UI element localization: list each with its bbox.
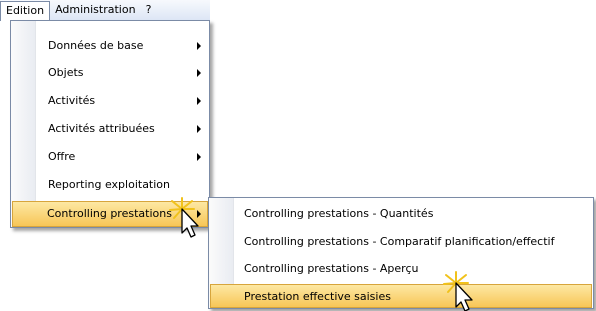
click-cursor-icon <box>169 197 199 238</box>
menu-help[interactable]: ? <box>141 1 157 19</box>
menu-item-activites-attribuees[interactable]: Activités attribuées <box>13 116 207 142</box>
submenu-arrow-icon <box>197 125 201 133</box>
menu-item-label: Objets <box>48 66 84 79</box>
menu-item-label: Activités attribuées <box>48 122 155 135</box>
submenu-arrow-icon <box>197 42 201 50</box>
menu-item-reporting-exploitation[interactable]: Reporting exploitation <box>13 172 207 198</box>
controlling-prestations-submenu: Controlling prestations - Quantités Cont… <box>208 197 594 309</box>
screenshot-stage: Edition Administration ? Données de base… <box>0 0 596 311</box>
submenu-arrow-icon <box>197 97 201 105</box>
menu-edition[interactable]: Edition <box>0 0 51 21</box>
menu-item-prestation-effective-saisies[interactable]: Prestation effective saisies <box>210 284 592 308</box>
menu-item-activites[interactable]: Activités <box>13 88 207 114</box>
menu-bar: Edition Administration ? <box>0 0 210 21</box>
menu-item-apercu[interactable]: Controlling prestations - Aperçu <box>211 256 591 282</box>
menu-item-label: Reporting exploitation <box>48 178 171 191</box>
menu-item-label: Controlling prestations - Aperçu <box>244 262 419 275</box>
menu-item-quantites[interactable]: Controlling prestations - Quantités <box>211 201 591 227</box>
submenu-arrow-icon <box>197 153 201 161</box>
menu-item-label: Activités <box>48 94 96 107</box>
click-cursor-icon <box>443 271 473 311</box>
menu-item-label: Offre <box>48 150 76 163</box>
menu-item-label: Données de base <box>48 39 144 52</box>
menu-item-label: Controlling prestations <box>47 207 172 220</box>
submenu-arrow-icon <box>197 69 201 77</box>
menu-item-comparatif[interactable]: Controlling prestations - Comparatif pla… <box>211 229 591 255</box>
menu-item-label: Controlling prestations - Quantités <box>244 207 434 220</box>
menu-item-objets[interactable]: Objets <box>13 60 207 86</box>
menu-item-label: Controlling prestations - Comparatif pla… <box>244 235 555 248</box>
menu-administration[interactable]: Administration <box>50 1 141 19</box>
menu-item-offre[interactable]: Offre <box>13 144 207 170</box>
menu-item-donnees-de-base[interactable]: Données de base <box>13 33 207 59</box>
menu-item-label: Prestation effective saisies <box>244 290 391 303</box>
